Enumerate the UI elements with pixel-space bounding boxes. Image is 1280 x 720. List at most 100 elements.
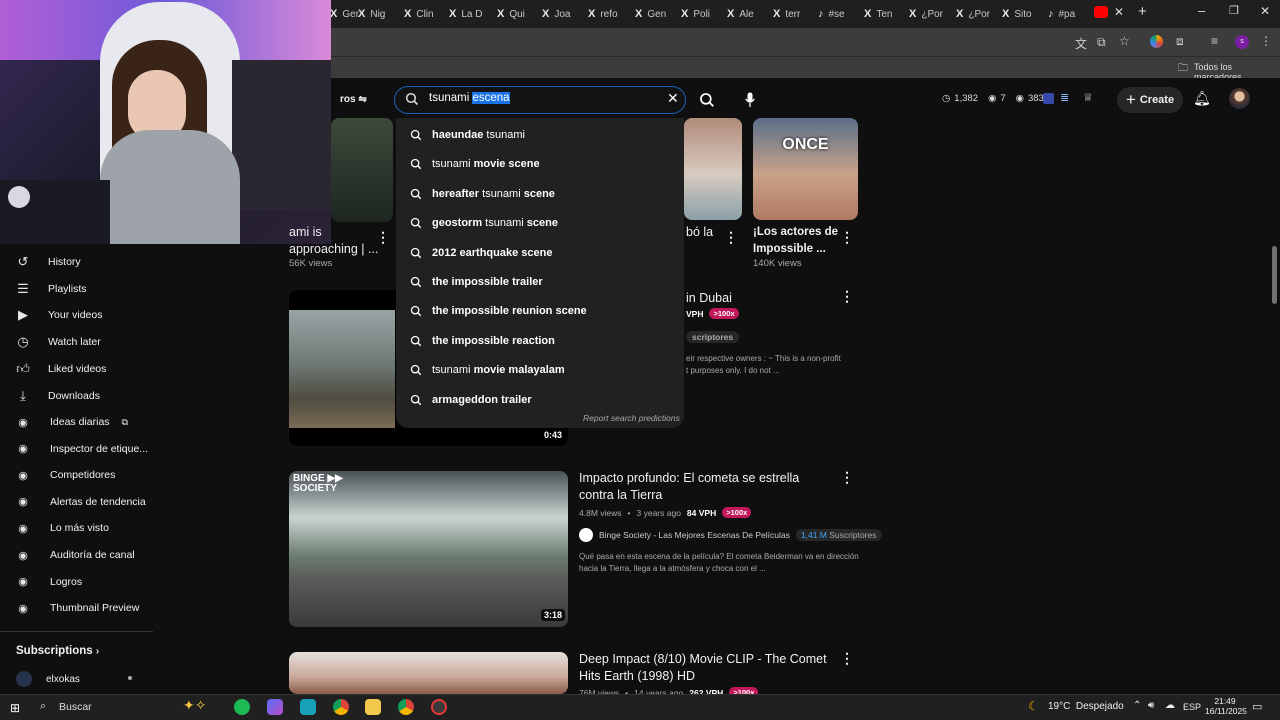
browser-tab[interactable]: X Clin (404, 4, 446, 24)
sidebar-item-channel[interactable]: elxokas (16, 671, 80, 687)
subscriptions-header[interactable]: Subscriptions › (16, 645, 99, 657)
video-1-title[interactable]: in Dubai (686, 290, 732, 307)
install-icon[interactable]: ⧉ (1097, 35, 1106, 50)
speaker-icon[interactable]: 🔊︎ (1148, 700, 1154, 711)
search-suggestion[interactable]: the impossible reaction (410, 331, 555, 351)
new-tab-icon[interactable]: + (1138, 3, 1147, 20)
search-suggestion[interactable]: the impossible reunion scene (410, 301, 587, 321)
top-card-2-title[interactable]: bó la (686, 224, 713, 241)
top-card-3-title[interactable]: ¡Los actores de Impossible ... (753, 224, 838, 258)
browser-tab[interactable]: X Ten (864, 4, 906, 24)
video-2-channel-name[interactable]: Binge Society - Las Mejores Escenas De P… (599, 530, 790, 540)
video-2-thumbnail[interactable]: BINGE ▶▶ SOCIETY 3:18 (289, 471, 568, 627)
thumbnail-top-3[interactable]: ONCE (753, 118, 858, 220)
browser-tab[interactable]: X Poli (681, 4, 723, 24)
taskbar-search[interactable]: Buscar (59, 701, 92, 713)
search-suggestion[interactable]: hereafter tsunami scene (410, 184, 555, 204)
browser-tab[interactable]: Xrefo (588, 4, 630, 24)
search-input[interactable]: tsunami escena (429, 92, 510, 104)
sidebar-ext-item[interactable]: ◉ Auditoría de canal (14, 544, 134, 566)
more-options-icon[interactable]: ⋮ (840, 229, 854, 246)
more-options-icon[interactable]: ⋮ (724, 229, 738, 246)
top-card-1-title[interactable]: ami is approaching | ... (289, 224, 378, 258)
bookmark-star-icon[interactable]: ☆ (1119, 34, 1130, 48)
sidebar-item-liked-videos[interactable]: 👍︎ Liked videos (14, 358, 106, 380)
list-icon[interactable]: ≣ (1060, 91, 1069, 104)
search-suggestion[interactable]: armageddon trailer (410, 390, 532, 410)
maximize-icon[interactable]: ❐ (1229, 4, 1239, 17)
sidebar-ext-item[interactable]: ◉ Lo más visto (14, 517, 109, 539)
browser-tab[interactable]: X Ale (727, 4, 769, 24)
create-button[interactable]: + Create (1117, 87, 1183, 113)
browser-tab[interactable]: X La D (449, 4, 491, 24)
close-window-icon[interactable]: ✕ (1260, 4, 1270, 18)
notifications-bell-icon[interactable]: 🔔︎ (1193, 90, 1211, 107)
thumbnail-top-2[interactable] (684, 118, 742, 220)
browser-tab[interactable]: X Sito (1002, 4, 1044, 24)
voice-search-button[interactable] (736, 87, 764, 113)
page-scrollbar[interactable] (1272, 246, 1277, 304)
sidebar-item-watch-later[interactable]: ◷ Watch later (14, 331, 100, 353)
browser-tab[interactable]: ♪ #pa (1048, 4, 1090, 24)
video-3-thumbnail[interactable] (289, 652, 568, 694)
search-button[interactable] (688, 86, 726, 114)
teams-icon[interactable] (267, 699, 283, 715)
sidebar-item-playlists[interactable]: ☰ Playlists (14, 278, 86, 300)
chrome-icon[interactable] (333, 699, 349, 715)
network-icon[interactable]: ☁ (1165, 700, 1175, 711)
browser-tab[interactable]: Xterr (773, 4, 815, 24)
windows-start-icon[interactable]: ⊞ (10, 701, 20, 715)
extensions-puzzle-icon[interactable]: ⧈ (1176, 34, 1184, 49)
search-suggestion[interactable]: tsunami movie malayalam (410, 360, 565, 380)
spotify-icon[interactable] (234, 699, 250, 715)
extension-icon[interactable] (1150, 35, 1163, 48)
report-predictions-link[interactable]: Report search predictions (583, 413, 680, 423)
trophy-icon[interactable]: ♕ (1083, 91, 1093, 104)
sidebar-item-your-videos[interactable]: ▶ Your videos (14, 304, 102, 326)
video-2-channel-row[interactable]: Binge Society - Las Mejores Escenas De P… (579, 528, 882, 542)
filters-button[interactable]: ros ⇋ (340, 94, 367, 105)
sidebar-ext-item[interactable]: ◉ Inspector de etique... (14, 438, 148, 460)
browser-tab[interactable]: X Qui (497, 4, 539, 24)
search-suggestion[interactable]: tsunami movie scene (410, 154, 540, 174)
sidebar-ext-item[interactable]: ◉ Alertas de tendencia (14, 491, 146, 513)
thumbnail-top-1[interactable] (331, 118, 393, 222)
more-options-icon[interactable]: ⋮ (840, 650, 854, 667)
sidebar-ext-item[interactable]: ◉ Competidores (14, 464, 115, 486)
chrome-menu-icon[interactable]: ⋮ (1260, 34, 1272, 48)
video-2-title[interactable]: Impacto profundo: El cometa se estrella c… (579, 470, 799, 504)
browser-tab[interactable]: X Joa (542, 4, 584, 24)
more-options-icon[interactable]: ⋮ (840, 469, 854, 486)
browser-tab[interactable]: X Gen (635, 4, 677, 24)
browser-tab[interactable]: X ¿Por (956, 4, 998, 24)
language-indicator[interactable]: ESP (1183, 702, 1201, 712)
translate-icon[interactable]: 文 (1075, 35, 1087, 52)
clock[interactable]: 21:49 16/11/2025 (1205, 696, 1247, 716)
sidebar-ext-item[interactable]: ◉ Thumbnail Preview (14, 597, 139, 619)
weather-text[interactable]: 19°C Despejado (1048, 701, 1124, 712)
search-suggestion[interactable]: haeundae tsunami (410, 125, 525, 145)
profile-avatar[interactable]: s (1235, 35, 1249, 49)
clear-search-icon[interactable]: ✕ (667, 90, 679, 107)
video-3-title[interactable]: Deep Impact (8/10) Movie CLIP - The Come… (579, 651, 827, 685)
sidebar-ext-item[interactable]: ◉ Ideas diarias ⧉ (14, 411, 128, 433)
close-tab-icon[interactable]: ✕ (1114, 5, 1124, 19)
search-suggestion[interactable]: geostorm tsunami scene (410, 213, 558, 233)
file-explorer-icon[interactable] (365, 699, 381, 715)
sidebar-item-history[interactable]: ↺ History (14, 251, 81, 273)
browser-tab[interactable]: X ¿Por (909, 4, 951, 24)
search-suggestion[interactable]: the impossible trailer (410, 272, 543, 292)
media-control-icon[interactable]: ≡ (1211, 34, 1218, 48)
chrome-icon-2[interactable] (398, 699, 414, 715)
notifications-center-icon[interactable]: ▭ (1252, 700, 1262, 713)
chevron-up-icon[interactable]: ⌃ (1133, 700, 1141, 711)
user-avatar[interactable] (1229, 88, 1250, 109)
app-icon[interactable] (300, 699, 316, 715)
extension-badge-icon[interactable] (1043, 93, 1054, 104)
minimize-icon[interactable]: – (1198, 3, 1205, 18)
copilot-sparkle-icon[interactable]: ✦✧ (183, 697, 206, 714)
browser-tab[interactable]: ♪ #se (818, 4, 860, 24)
obs-icon[interactable] (431, 699, 447, 715)
more-options-icon[interactable]: ⋮ (840, 288, 854, 305)
search-suggestion[interactable]: 2012 earthquake scene (410, 243, 552, 263)
